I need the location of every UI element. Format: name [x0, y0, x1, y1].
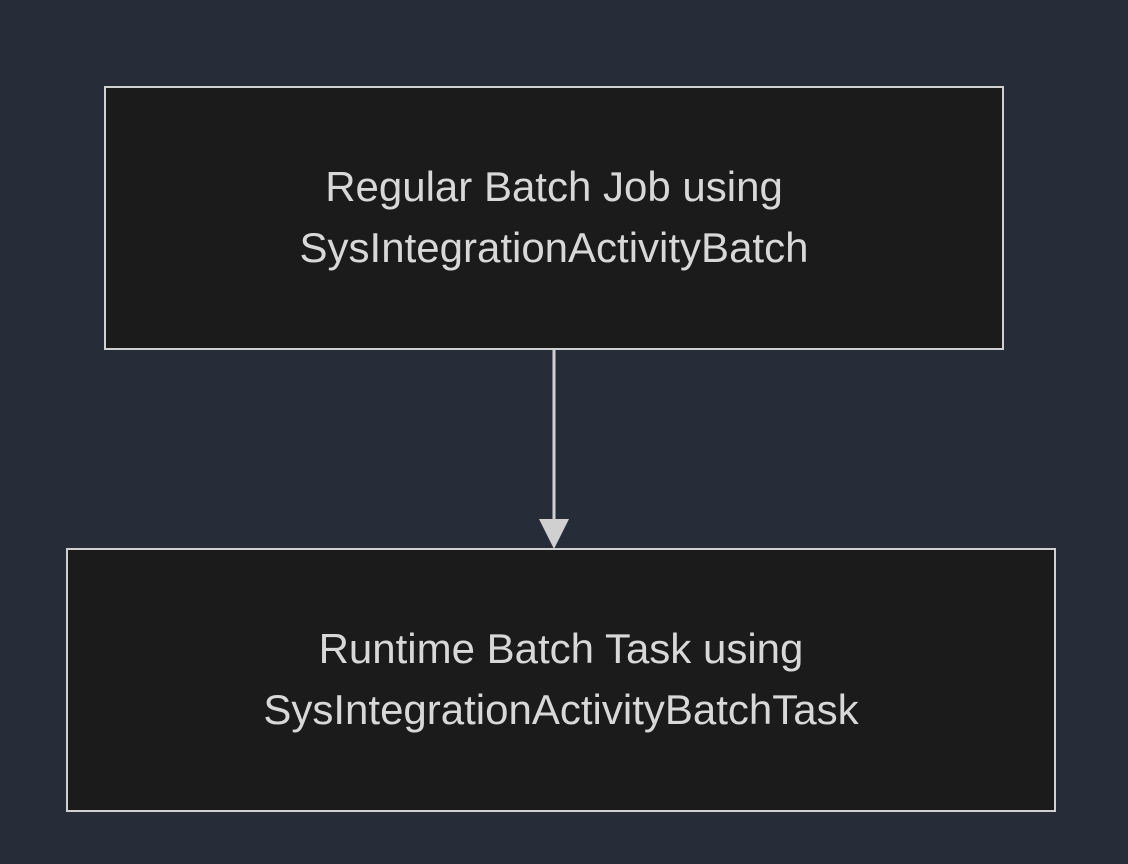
node-text: Runtime Batch Task using SysIntegrationA…	[263, 619, 858, 741]
node-line-2: SysIntegrationActivityBatch	[300, 224, 809, 271]
node-regular-batch-job: Regular Batch Job using SysIntegrationAc…	[104, 86, 1004, 350]
node-text: Regular Batch Job using SysIntegrationAc…	[300, 157, 809, 279]
diagram-canvas: Regular Batch Job using SysIntegrationAc…	[0, 0, 1128, 864]
node-line-1: Runtime Batch Task using	[319, 625, 804, 672]
node-runtime-batch-task: Runtime Batch Task using SysIntegrationA…	[66, 548, 1056, 812]
node-line-1: Regular Batch Job using	[325, 163, 783, 210]
node-line-2: SysIntegrationActivityBatchTask	[263, 686, 858, 733]
